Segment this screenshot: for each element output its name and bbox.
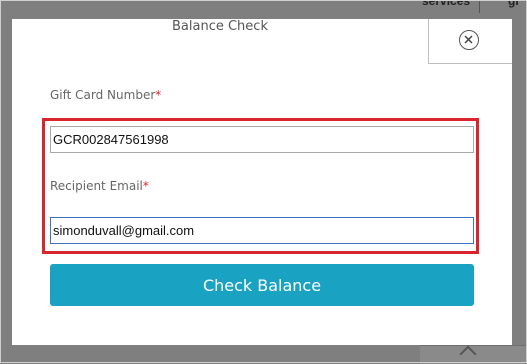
bg-nav-services: services: [422, 0, 471, 8]
modal-title: Balance Check: [172, 19, 268, 34]
recipient-email-label: Recipient Email*: [50, 179, 149, 193]
gift-card-number-input[interactable]: [50, 126, 474, 153]
gift-card-number-label-text: Gift Card Number: [50, 88, 156, 102]
gift-card-number-label: Gift Card Number*: [50, 88, 161, 102]
required-asterisk: *: [155, 88, 162, 102]
check-balance-button[interactable]: Check Balance: [50, 264, 474, 306]
balance-check-modal: Balance Check Gift Card Number* Recipien…: [12, 19, 512, 345]
required-asterisk: *: [142, 179, 149, 193]
bg-nav-divider: [479, 0, 480, 13]
modal-header: Balance Check: [12, 19, 512, 64]
recipient-email-label-text: Recipient Email: [50, 179, 143, 193]
close-button[interactable]: [428, 19, 512, 64]
recipient-email-input[interactable]: [50, 217, 474, 244]
close-icon: [459, 30, 479, 50]
bg-nav-partial-link: gi: [508, 0, 519, 8]
